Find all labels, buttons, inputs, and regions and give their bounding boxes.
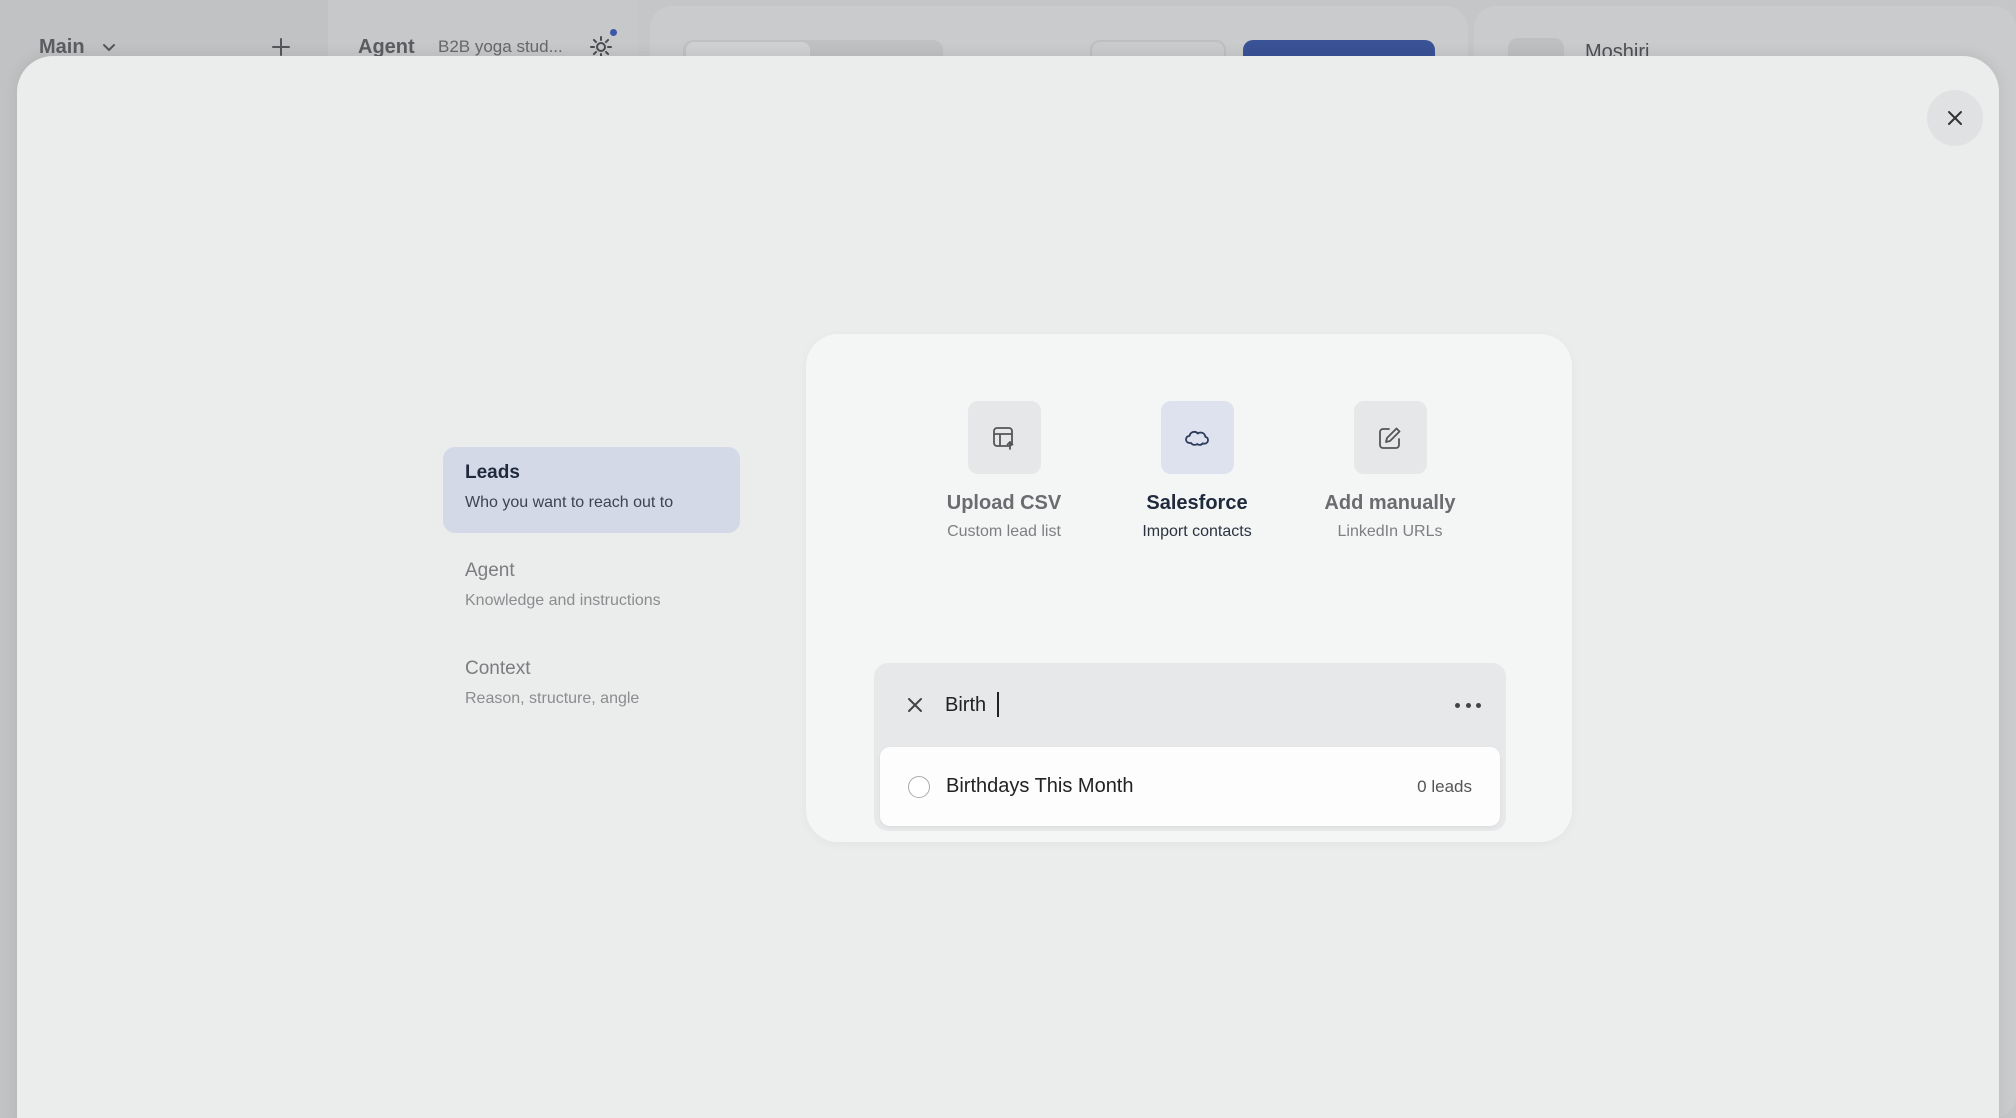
source-subtitle: Custom lead list bbox=[947, 523, 1061, 540]
step-subtitle: Reason, structure, angle bbox=[465, 690, 640, 707]
agent-subtitle: B2B yoga stud... bbox=[438, 37, 563, 56]
radio-button[interactable] bbox=[908, 776, 930, 798]
source-icon-tile bbox=[1160, 401, 1234, 474]
clear-search-icon[interactable] bbox=[904, 694, 926, 716]
source-title: Upload CSV bbox=[946, 492, 1062, 514]
more-dot-icon bbox=[1476, 702, 1481, 708]
step-subtitle: Knowledge and instructions bbox=[465, 592, 661, 609]
edit-icon bbox=[1379, 427, 1401, 449]
source-salesforce[interactable]: Salesforce Import contacts bbox=[1117, 401, 1277, 541]
plus-icon[interactable] bbox=[270, 36, 292, 58]
step-title: Leads bbox=[465, 462, 520, 483]
setup-modal: Leads Who you want to reach out to Agent… bbox=[17, 56, 1999, 1118]
source-title: Salesforce bbox=[1146, 492, 1248, 514]
close-button[interactable] bbox=[1927, 90, 1983, 146]
source-icon-tile bbox=[1353, 401, 1427, 474]
chevron-down-icon bbox=[103, 44, 115, 51]
source-subtitle: Import contacts bbox=[1142, 523, 1252, 540]
step-leads[interactable]: Leads Who you want to reach out to bbox=[443, 447, 740, 533]
step-title: Agent bbox=[465, 560, 515, 581]
more-dot-icon bbox=[1455, 702, 1460, 708]
source-add-manually[interactable]: Add manually LinkedIn URLs bbox=[1310, 401, 1470, 541]
source-upload-csv[interactable]: Upload CSV Custom lead list bbox=[924, 401, 1084, 541]
lead-source-card: Upload CSV Custom lead list Salesforce I… bbox=[806, 334, 1572, 842]
step-context[interactable]: Context Reason, structure, angle bbox=[443, 643, 740, 723]
notification-dot bbox=[610, 29, 617, 36]
text-caret bbox=[997, 692, 999, 717]
salesforce-list-search: Birthdays This Month 0 leads bbox=[874, 663, 1506, 831]
close-icon bbox=[1948, 111, 1962, 125]
list-item[interactable]: Birthdays This Month 0 leads bbox=[880, 747, 1500, 826]
source-subtitle: LinkedIn URLs bbox=[1337, 523, 1443, 540]
table-upload-icon bbox=[993, 426, 1014, 450]
salesforce-cloud-icon bbox=[1185, 430, 1209, 446]
more-options-button[interactable] bbox=[1452, 693, 1484, 717]
search-input[interactable] bbox=[945, 687, 1415, 723]
step-title: Context bbox=[465, 658, 531, 679]
source-icon-tile bbox=[967, 401, 1041, 474]
step-agent[interactable]: Agent Knowledge and instructions bbox=[443, 545, 740, 625]
source-title: Add manually bbox=[1324, 492, 1456, 514]
more-dot-icon bbox=[1465, 702, 1471, 708]
step-subtitle: Who you want to reach out to bbox=[465, 494, 674, 511]
list-name: Birthdays This Month bbox=[946, 775, 1134, 797]
lead-count: 0 leads bbox=[1417, 777, 1472, 796]
